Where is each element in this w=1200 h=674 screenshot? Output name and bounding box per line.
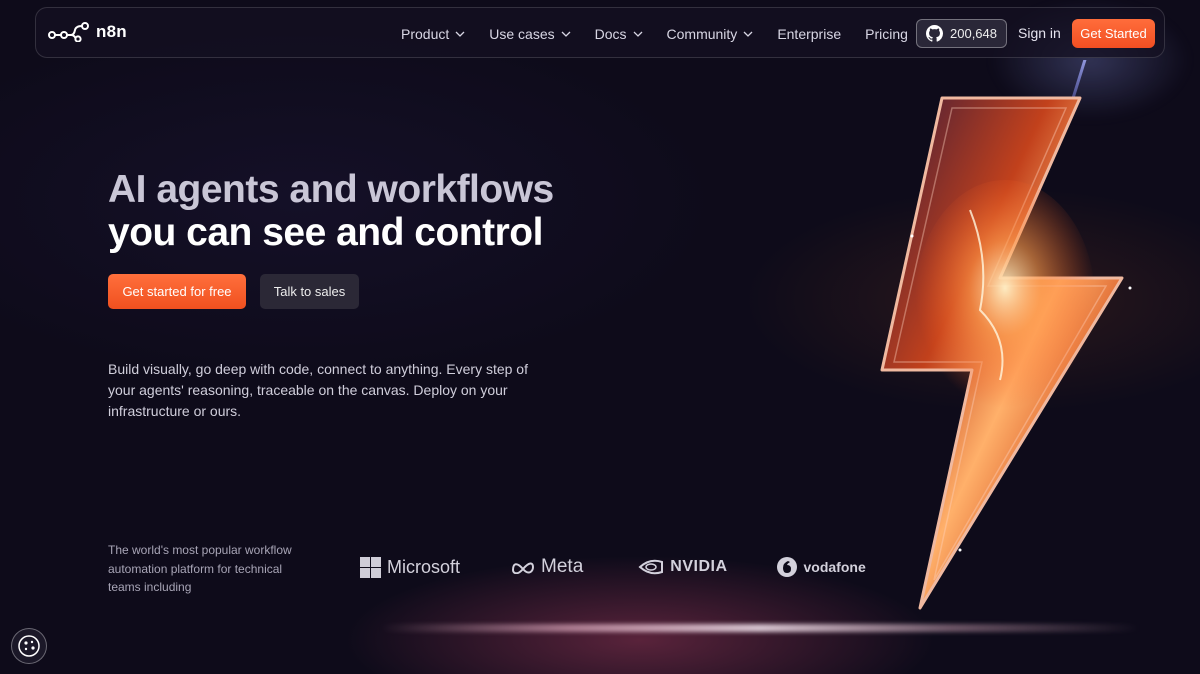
chevron-down-icon: [455, 31, 465, 37]
nav-item-docs[interactable]: Docs: [595, 26, 643, 42]
hero-description: Build visually, go deep with code, conne…: [108, 361, 528, 419]
customer-logos: Microsoft Meta NVIDIA vodafone: [360, 556, 866, 578]
vodafone-logo-text: vodafone: [803, 559, 866, 575]
vodafone-logo: vodafone: [776, 556, 866, 578]
sign-in-link[interactable]: Sign in: [1018, 25, 1061, 41]
nav-item-pricing[interactable]: Pricing: [865, 26, 908, 42]
n8n-logo-icon: [48, 22, 89, 42]
nav-item-label: Product: [401, 25, 450, 42]
meta-logo-text: Meta: [541, 556, 584, 577]
github-star-count: 200,648: [950, 26, 997, 41]
nav-item-use-cases[interactable]: Use cases: [489, 25, 571, 42]
lightning-bolt-illustration: [880, 60, 1132, 610]
hero-title: AI agents and workflows you can see and …: [108, 168, 554, 254]
hero-title-line-1: AI agents and workflows: [108, 168, 554, 211]
meta-logo: Meta: [511, 556, 583, 578]
get-started-button[interactable]: Get Started: [1072, 19, 1155, 48]
nav-item-label: Enterprise: [777, 25, 842, 42]
nav-item-label: Pricing: [865, 25, 908, 42]
nav-item-community[interactable]: Community: [667, 26, 754, 42]
nav-item-label: Use cases: [489, 25, 555, 42]
chevron-down-icon: [743, 31, 753, 37]
nav-item-enterprise[interactable]: Enterprise: [777, 26, 841, 42]
microsoft-logo-icon: [360, 556, 381, 578]
nav-item-label: Community: [666, 25, 738, 42]
microsoft-logo: Microsoft: [360, 556, 461, 578]
hero-title-line-2: you can see and control: [108, 211, 543, 254]
vodafone-logo-icon: [776, 557, 797, 577]
chevron-down-icon: [561, 31, 571, 37]
github-stars-button[interactable]: 200,648: [916, 19, 1007, 48]
cookie-settings-button[interactable]: [11, 628, 47, 664]
chevron-down-icon: [633, 31, 642, 37]
logo-text: n8n: [96, 22, 127, 41]
github-icon: [926, 25, 943, 42]
floor-light: [380, 624, 1140, 632]
microsoft-logo-text: Microsoft: [387, 556, 461, 577]
talk-to-sales-button[interactable]: Talk to sales: [260, 274, 359, 309]
n8n-logo[interactable]: n8n: [48, 22, 127, 42]
nav-item-label: Docs: [594, 25, 627, 42]
meta-logo-icon: [512, 562, 535, 574]
top-navbar: n8n Product Use cases Docs Community Ent…: [35, 7, 1165, 58]
nvidia-logo-icon: [638, 559, 664, 575]
nav-item-product[interactable]: Product: [401, 26, 465, 42]
main-menu: Product Use cases Docs Community Enterpr…: [401, 8, 932, 59]
get-started-free-button[interactable]: Get started for free: [108, 274, 246, 309]
nvidia-logo-text: NVIDIA: [670, 558, 728, 575]
nvidia-logo: NVIDIA: [638, 558, 727, 576]
social-proof-text: The world's most popular workflow automa…: [108, 543, 292, 594]
cookie-icon: [18, 635, 40, 657]
